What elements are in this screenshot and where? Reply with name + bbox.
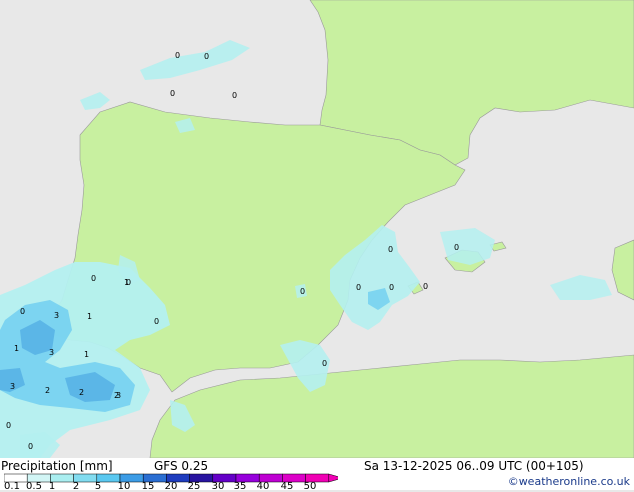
point-label: 2: [45, 386, 50, 395]
point-label: 0: [232, 91, 237, 100]
scale-label: 5: [94, 481, 102, 492]
scale-label: 10: [117, 481, 131, 492]
scale-label: 30: [211, 481, 225, 492]
point-label: 0: [356, 283, 361, 292]
point-label: 0: [423, 282, 428, 291]
point-label: 1: [87, 312, 92, 321]
point-label: 0: [170, 89, 175, 98]
point-label: 0: [6, 421, 11, 430]
point-label: 1: [14, 344, 19, 353]
model-name: GFS 0.25: [154, 459, 209, 473]
point-label: 0: [322, 359, 327, 368]
scale-label: 40: [256, 481, 270, 492]
scale-label: 1: [48, 481, 56, 492]
scale-label: 35: [233, 481, 247, 492]
scale-label: 20: [164, 481, 178, 492]
point-label: 0: [454, 243, 459, 252]
point-label: 2: [79, 388, 84, 397]
point-label: 1: [84, 350, 89, 359]
map-title: Precipitation [mm]: [1, 459, 113, 473]
point-label: 0: [91, 274, 96, 283]
scale-label: 50: [303, 481, 317, 492]
scale-label: 25: [187, 481, 201, 492]
point-label: 0: [204, 52, 209, 61]
precipitation-map: 0 0 0 0 0 0 0 0 0 0 0 0 0 0 0 1 1 1 1 3 …: [0, 0, 634, 458]
point-label: 3: [10, 382, 15, 391]
scale-label: 45: [280, 481, 294, 492]
credit-text: ©weatheronline.co.uk: [507, 475, 630, 488]
point-label: 0: [300, 287, 305, 296]
point-label: 0: [389, 283, 394, 292]
scale-label: 15: [141, 481, 155, 492]
point-label: 1: [124, 278, 129, 287]
valid-datetime: Sa 13-12-2025 06..09 UTC (00+105): [364, 459, 584, 473]
point-label: 3: [54, 311, 59, 320]
point-label: 0: [175, 51, 180, 60]
scale-arrow: [328, 473, 338, 483]
point-label: 0: [388, 245, 393, 254]
point-label: 0: [28, 442, 33, 451]
point-label: 3: [49, 348, 54, 357]
scale-label: 0.1: [4, 481, 20, 492]
point-label: 3: [116, 391, 121, 400]
scale-label: 0.5: [26, 481, 42, 492]
point-label: 0: [20, 307, 25, 316]
point-label: 0: [154, 317, 159, 326]
scale-label: 2: [72, 481, 80, 492]
